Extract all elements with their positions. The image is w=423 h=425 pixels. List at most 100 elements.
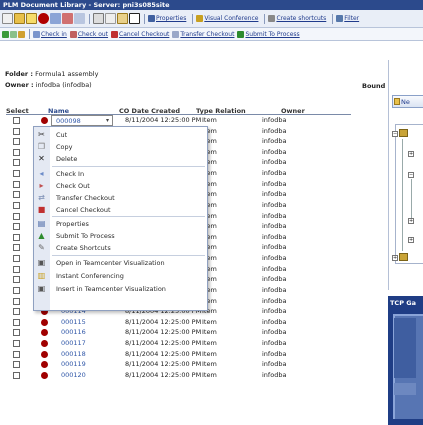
create-shortcuts-link[interactable]: Create shortcuts bbox=[276, 15, 326, 22]
row-checkbox[interactable] bbox=[13, 286, 20, 294]
menu-item-create-shortcuts[interactable]: ✎ Create Shortcuts bbox=[34, 242, 207, 254]
row-checkbox[interactable] bbox=[13, 201, 20, 209]
tree-expand-icon[interactable]: − bbox=[392, 131, 398, 137]
row-checkbox[interactable] bbox=[13, 308, 20, 316]
table-row[interactable]: 000115 8/11/2004 12:25:00 PM Item infodba bbox=[6, 317, 357, 328]
menu-item-label: Open in Teamcenter Visualization bbox=[56, 259, 165, 267]
properties-link[interactable]: Properties bbox=[156, 15, 186, 22]
name-dropdown-value: 000098 bbox=[56, 117, 81, 125]
menu-item-submit-to-process[interactable]: ▲ Submit To Process bbox=[34, 230, 207, 242]
table-row[interactable]: 000116 8/11/2004 12:25:00 PM Item infodba bbox=[6, 327, 357, 338]
menu-item-properties[interactable]: ▤ Properties bbox=[34, 218, 207, 230]
owner-value: infodba (infodba) bbox=[35, 81, 92, 89]
check-out-tool-icon[interactable] bbox=[62, 13, 73, 24]
table-row[interactable]: 000120 8/11/2004 12:25:00 PM Item infodba bbox=[6, 370, 357, 381]
transfer-checkout-link[interactable]: Transfer Checkout bbox=[180, 31, 234, 38]
menu-item-transfer-checkout[interactable]: ⇄ Transfer Checkout bbox=[34, 192, 207, 204]
open-folder-icon[interactable] bbox=[14, 13, 25, 24]
row-name[interactable]: 000117 bbox=[61, 339, 86, 347]
delete-tool-icon[interactable] bbox=[129, 13, 140, 24]
submit-to-process-link[interactable]: Submit To Process bbox=[245, 31, 299, 38]
table-row[interactable]: 000119 8/11/2004 12:25:00 PM Item infodba bbox=[6, 359, 357, 370]
row-checkbox[interactable] bbox=[13, 191, 20, 199]
properties-tool-icon bbox=[148, 15, 155, 22]
menu-item-open-in-teamcenter-visualization[interactable]: ▣ Open in Teamcenter Visualization bbox=[34, 257, 207, 269]
chevron-down-icon[interactable]: ▾ bbox=[104, 117, 111, 124]
menu-item-label: Cut bbox=[56, 131, 68, 139]
menu-item-insert-in-teamcenter-visualization[interactable]: ▣ Insert in Teamcenter Visualization bbox=[34, 283, 207, 295]
row-checkbox[interactable] bbox=[13, 340, 20, 348]
row-checkbox[interactable] bbox=[13, 127, 20, 135]
menu-item-cancel-checkout[interactable]: ■ Cancel Checkout bbox=[34, 204, 207, 216]
cut-tool-icon[interactable] bbox=[93, 13, 104, 24]
table-row[interactable]: 000118 8/11/2004 12:25:00 PM Item infodba bbox=[6, 349, 357, 360]
check-in-small-icon bbox=[33, 30, 40, 38]
cancel-checkout-link[interactable]: Cancel Checkout bbox=[119, 31, 169, 38]
new-button[interactable]: Ne bbox=[392, 95, 423, 108]
record-icon[interactable] bbox=[38, 13, 49, 24]
tcp-panel-content bbox=[394, 318, 416, 378]
tree-expand-icon[interactable]: + bbox=[392, 255, 398, 261]
row-checkbox[interactable] bbox=[13, 350, 20, 358]
tree-collapse-icon[interactable]: − bbox=[408, 172, 414, 178]
copy-icon: ❐ bbox=[37, 142, 46, 151]
check-in-tool-icon[interactable] bbox=[50, 13, 61, 24]
row-checkbox[interactable] bbox=[13, 361, 20, 369]
check-in-link[interactable]: Check in bbox=[41, 31, 67, 38]
tree-expand-icon[interactable]: + bbox=[408, 218, 414, 224]
menu-item-label: Insert in Teamcenter Visualization bbox=[56, 285, 166, 293]
row-checkbox[interactable] bbox=[13, 138, 20, 146]
open-icon[interactable] bbox=[26, 13, 37, 24]
visual-conference-link[interactable]: Visual Conference bbox=[204, 15, 258, 22]
filter-link[interactable]: Filter bbox=[344, 15, 359, 22]
row-checkbox[interactable] bbox=[13, 180, 20, 188]
row-checkbox[interactable] bbox=[13, 148, 20, 156]
menu-item-instant-conferencing[interactable]: ▥ Instant Conferencing bbox=[34, 270, 207, 282]
row-name[interactable]: 000115 bbox=[61, 318, 86, 326]
plus-icon[interactable] bbox=[10, 30, 17, 38]
row-owner: infodba bbox=[262, 370, 287, 379]
menu-item-cut[interactable]: ✂ Cut bbox=[34, 129, 207, 141]
row-date: 8/11/2004 12:25:00 PM bbox=[125, 328, 202, 337]
row-checkbox[interactable] bbox=[13, 276, 20, 284]
row-checkbox[interactable] bbox=[13, 265, 20, 273]
menu-item-label: Properties bbox=[56, 220, 89, 228]
add-icon[interactable] bbox=[18, 30, 25, 38]
table-row[interactable]: 000117 8/11/2004 12:25:00 PM Item infodba bbox=[6, 338, 357, 349]
select-all-icon[interactable] bbox=[2, 30, 9, 38]
menu-item-check-out[interactable]: ▸ Check Out bbox=[34, 180, 207, 192]
tcp-panel-control[interactable] bbox=[394, 383, 416, 395]
row-name[interactable]: 000116 bbox=[61, 328, 86, 336]
row-checkbox[interactable] bbox=[13, 170, 20, 178]
check-out-link[interactable]: Check out bbox=[78, 31, 108, 38]
new-icon[interactable] bbox=[2, 13, 13, 24]
menu-item-delete[interactable]: ✕ Delete bbox=[34, 153, 207, 165]
row-checkbox[interactable] bbox=[13, 318, 20, 326]
row-checkbox[interactable] bbox=[13, 244, 20, 252]
row-checkbox[interactable] bbox=[13, 371, 20, 379]
row-checkbox[interactable] bbox=[13, 297, 20, 305]
row-checkbox[interactable] bbox=[13, 329, 20, 337]
row-checkbox[interactable] bbox=[13, 117, 20, 124]
menu-separator bbox=[52, 255, 205, 256]
paste-tool-icon[interactable] bbox=[117, 13, 128, 24]
row-checkbox[interactable] bbox=[13, 233, 20, 241]
toolbar-separator bbox=[332, 13, 334, 24]
row-checkbox[interactable] bbox=[13, 223, 20, 231]
row-date: 8/11/2004 12:25:00 PM bbox=[125, 360, 202, 369]
transfer-tool-icon[interactable] bbox=[74, 13, 85, 24]
row-name[interactable]: 000118 bbox=[61, 350, 86, 358]
menu-item-check-in[interactable]: ◂ Check In bbox=[34, 168, 207, 180]
copy-tool-icon[interactable] bbox=[105, 13, 116, 24]
name-dropdown[interactable]: 000098 ▾ bbox=[51, 115, 113, 126]
row-checkbox[interactable] bbox=[13, 159, 20, 167]
tree-expand-icon[interactable]: + bbox=[408, 237, 414, 243]
menu-item-copy[interactable]: ❐ Copy bbox=[34, 141, 207, 153]
row-owner: infodba bbox=[262, 285, 287, 294]
row-name[interactable]: 000120 bbox=[61, 371, 86, 379]
tree-expand-icon[interactable]: + bbox=[408, 151, 414, 157]
row-checkbox[interactable] bbox=[13, 212, 20, 220]
new-doc-icon bbox=[394, 98, 400, 105]
row-checkbox[interactable] bbox=[13, 255, 20, 263]
row-name[interactable]: 000119 bbox=[61, 360, 86, 368]
